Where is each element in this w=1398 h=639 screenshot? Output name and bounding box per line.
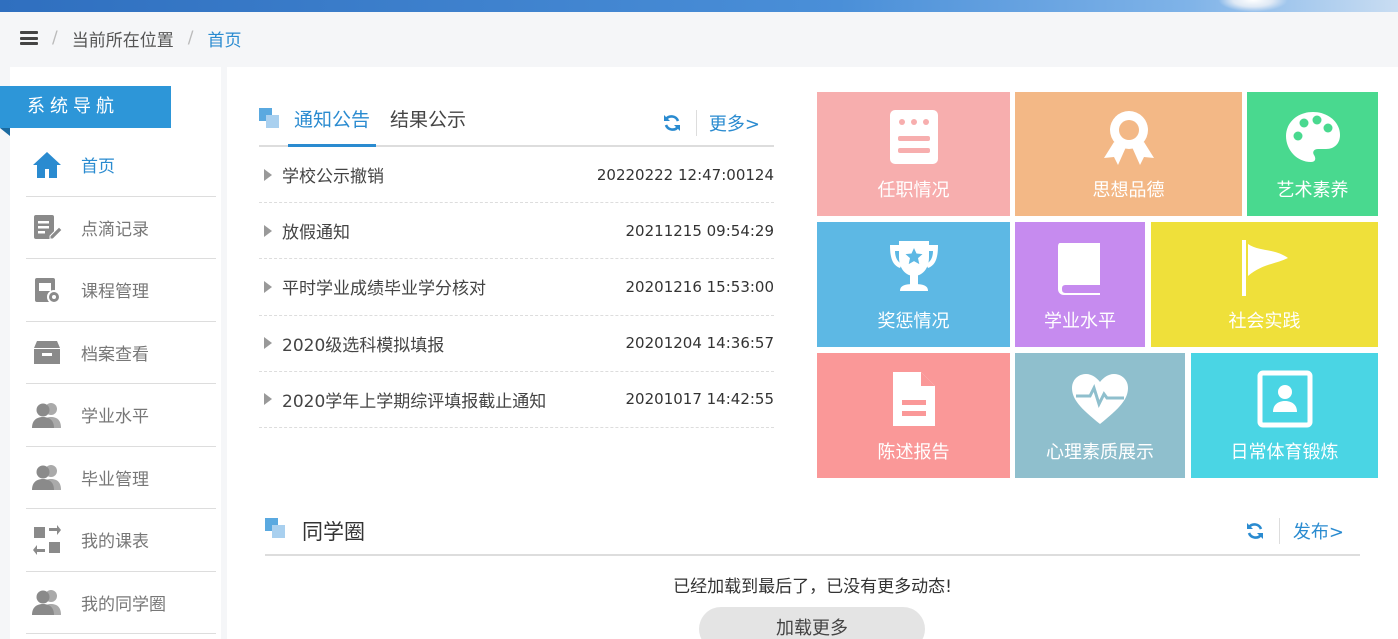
notice-tab-bar: 通知公告 结果公示 更多> <box>259 95 774 147</box>
sidebar-item-courses[interactable]: 课程管理 <box>26 259 216 322</box>
swap-schedule-icon <box>30 523 64 557</box>
document-list-icon <box>883 106 945 168</box>
sidebar-item-label: 课程管理 <box>81 282 149 303</box>
flag-icon <box>1234 237 1296 299</box>
notice-title: 放假通知 <box>282 223 350 244</box>
sidebar-item-home[interactable]: 首页 <box>26 134 216 197</box>
notice-date: 20220222 12:47:00124 <box>596 165 774 184</box>
tile-academic[interactable]: 学业水平 <box>1015 222 1145 347</box>
sidebar-item-label: 档案查看 <box>81 344 149 365</box>
tile-psychology[interactable]: 心理素质展示 <box>1015 353 1185 478</box>
load-more-button[interactable]: 加载更多 <box>699 607 925 639</box>
breadcrumb: / 当前所在位置 / 首页 <box>0 12 1398 64</box>
triangle-right-icon <box>264 224 272 237</box>
sidebar-item-label: 我的课表 <box>81 532 149 553</box>
classmate-circle-section: 同学圈 发布> 已经加载到最后了，已没有更多动态! 加载更多 <box>265 500 1360 639</box>
tile-label: 心理素质展示 <box>1046 441 1154 463</box>
tile-statement[interactable]: 陈述报告 <box>817 353 1010 478</box>
users-icon <box>30 460 64 494</box>
notice-date: 20201216 15:53:00 <box>625 277 774 296</box>
sidebar-item-label: 点滴记录 <box>81 219 149 240</box>
sidebar-item-label: 我的同学圈 <box>81 594 166 615</box>
sidebar-item-classmates[interactable]: 我的同学圈 <box>26 572 216 634</box>
notice-title: 2020学年上学期综评填报截止通知 <box>282 391 547 412</box>
publish-link[interactable]: 发布> <box>1293 518 1344 544</box>
tab-results[interactable]: 结果公示 <box>384 105 472 145</box>
classmate-circle-header: 同学圈 发布> <box>265 500 1360 556</box>
refresh-icon[interactable] <box>662 113 682 133</box>
list-item[interactable]: 平时学业成绩毕业学分核对 20201216 15:53:00 <box>259 259 774 316</box>
tile-label: 思想品德 <box>1092 180 1165 201</box>
more-link[interactable]: 更多> <box>709 110 760 136</box>
section-title: 同学圈 <box>302 520 365 544</box>
notice-panel: 通知公告 结果公示 更多> 学校公示撤销 20220222 12:47:00124… <box>259 95 774 428</box>
breadcrumb-label: 当前所在位置 <box>71 30 174 51</box>
users-icon <box>30 585 64 619</box>
notice-title: 平时学业成绩毕业学分核对 <box>282 279 486 300</box>
tile-label: 学业水平 <box>1044 310 1116 332</box>
tile-arts[interactable]: 艺术素养 <box>1247 92 1378 216</box>
tile-label: 艺术素养 <box>1276 180 1349 201</box>
tile-position[interactable]: 任职情况 <box>817 92 1010 216</box>
tile-sports[interactable]: 日常体育锻炼 <box>1191 353 1378 478</box>
nav-list: 首页 点滴记录 课程管理 档案查看 学业水平 毕业管理 我的课表 我的同学圈 <box>26 134 216 634</box>
archive-box-icon <box>30 335 64 369</box>
palette-icon <box>1282 106 1344 168</box>
users-icon <box>30 398 64 432</box>
sidebar-item-label: 首页 <box>81 157 115 178</box>
sidebar: 系统导航 首页 点滴记录 课程管理 档案查看 学业水平 毕业管理 我的课表 我的… <box>0 67 221 639</box>
refresh-icon[interactable] <box>1245 521 1265 541</box>
breadcrumb-current[interactable]: 首页 <box>207 26 241 51</box>
list-item[interactable]: 放假通知 20211215 09:54:29 <box>259 203 774 260</box>
quick-tiles: 任职情况 思想品德 艺术素养 奖惩情况 学业水平 社会实践 陈述报告 心理素质展… <box>817 92 1378 478</box>
list-item[interactable]: 学校公示撤销 20220222 12:47:00124 <box>259 147 774 204</box>
notice-date: 20201017 14:42:55 <box>625 390 774 409</box>
sidebar-item-archive[interactable]: 档案查看 <box>26 322 216 384</box>
triangle-right-icon <box>264 280 272 293</box>
banner-decoration <box>1218 0 1288 12</box>
menu-icon[interactable] <box>20 31 38 45</box>
tile-label: 社会实践 <box>1228 310 1301 332</box>
sidebar-item-records[interactable]: 点滴记录 <box>26 197 216 259</box>
tile-label: 日常体育锻炼 <box>1230 441 1339 463</box>
award-ribbon-icon <box>1098 106 1160 168</box>
sidebar-title: 系统导航 <box>0 86 171 136</box>
tile-social-practice[interactable]: 社会实践 <box>1151 222 1378 347</box>
triangle-right-icon <box>264 337 272 350</box>
section-mark-icon <box>265 518 287 538</box>
sidebar-item-schedule[interactable]: 我的课表 <box>26 509 216 572</box>
tile-label: 任职情况 <box>877 180 950 201</box>
tile-label: 陈述报告 <box>877 441 950 463</box>
status-message: 已经加载到最后了，已没有更多动态! <box>673 577 952 597</box>
book-icon <box>1049 237 1111 299</box>
report-file-icon <box>883 368 945 430</box>
top-banner <box>0 0 1398 12</box>
triangle-right-icon <box>264 393 272 406</box>
list-item[interactable]: 2020学年上学期综评填报截止通知 20201017 14:42:55 <box>259 372 774 428</box>
section-mark-icon <box>259 108 281 128</box>
tile-morality[interactable]: 思想品德 <box>1015 92 1242 216</box>
list-item[interactable]: 2020级选科模拟填报 20201204 14:36:57 <box>259 316 774 372</box>
tile-label: 奖惩情况 <box>877 310 950 332</box>
heart-pulse-icon <box>1069 368 1131 430</box>
profile-card-icon <box>1254 368 1316 430</box>
tab-notices[interactable]: 通知公告 <box>288 105 377 147</box>
trophy-icon <box>883 237 945 299</box>
notice-title: 学校公示撤销 <box>282 167 384 188</box>
sidebar-item-label: 毕业管理 <box>81 469 149 490</box>
home-icon <box>30 148 64 182</box>
sidebar-item-academic[interactable]: 学业水平 <box>26 384 216 447</box>
edit-record-icon <box>30 210 64 244</box>
notice-date: 20201204 14:36:57 <box>625 334 774 353</box>
triangle-right-icon <box>264 168 272 181</box>
course-settings-icon <box>30 273 64 307</box>
notice-date: 20211215 09:54:29 <box>625 221 774 240</box>
sidebar-item-label: 学业水平 <box>81 407 149 428</box>
notice-list: 学校公示撤销 20220222 12:47:00124 放假通知 20211215 … <box>259 147 774 428</box>
notice-title: 2020级选科模拟填报 <box>282 335 445 356</box>
tile-rewards[interactable]: 奖惩情况 <box>817 222 1010 347</box>
main-content: 通知公告 结果公示 更多> 学校公示撤销 20220222 12:47:00124… <box>227 67 1398 639</box>
sidebar-item-graduation[interactable]: 毕业管理 <box>26 447 216 509</box>
